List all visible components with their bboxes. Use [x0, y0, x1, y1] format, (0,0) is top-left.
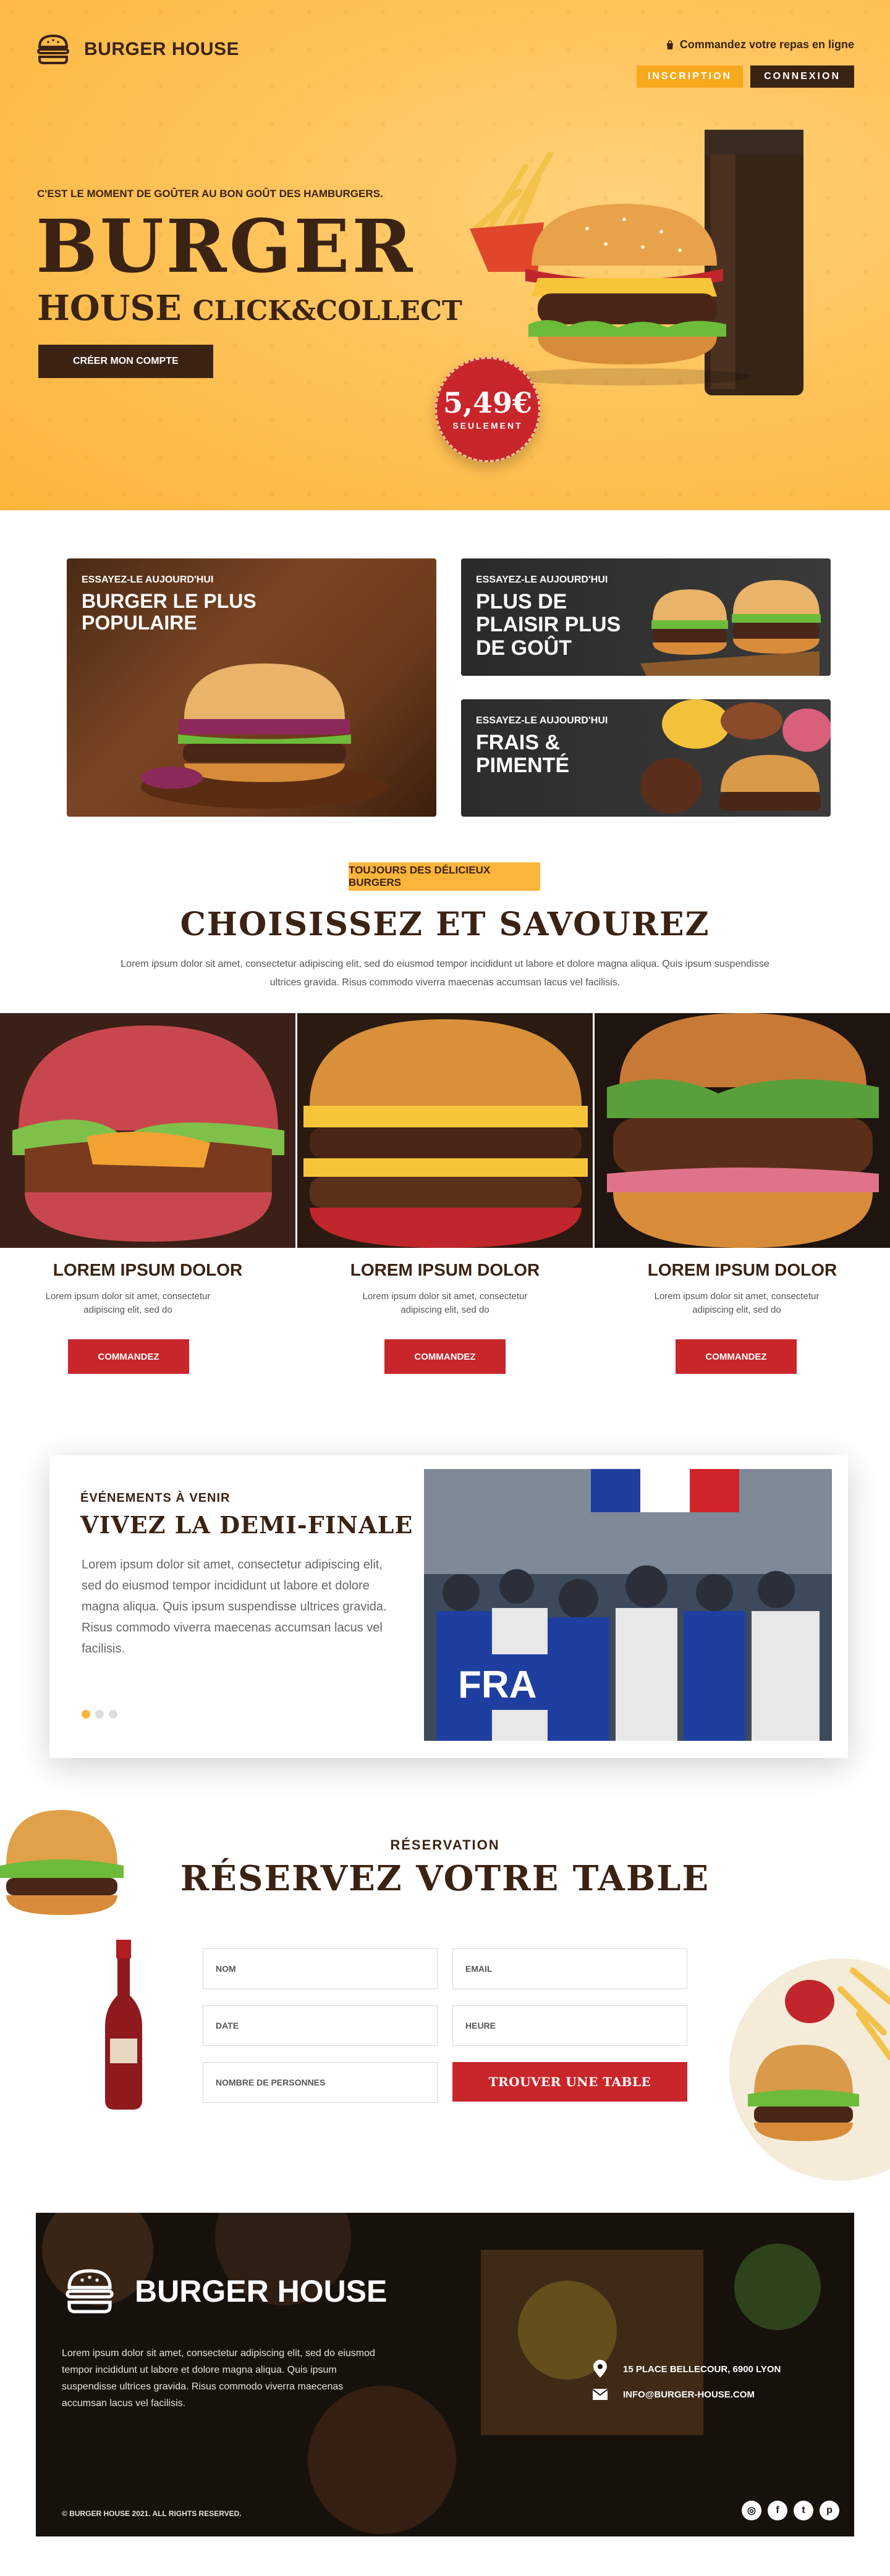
price-value: 5,49€: [443, 386, 533, 419]
footer-copyright: © BURGER HOUSE 2021. ALL RIGHTS RESERVED…: [62, 2509, 242, 2518]
hot-sauce-bottle-image: [105, 1940, 142, 2110]
facebook-icon[interactable]: f: [768, 2501, 787, 2520]
choose-text: Lorem ipsum dolor sit amet, consectetur …: [121, 959, 769, 988]
carousel-dot-3[interactable]: [109, 1710, 117, 1719]
inscription-button[interactable]: INSCRIPTION: [636, 65, 744, 88]
reservation-title: RÉSERVEZ VOTRE TABLE: [180, 1858, 710, 1899]
carousel-dot-2[interactable]: [95, 1710, 104, 1719]
footer-brand-name: BURGER HOUSE: [135, 2274, 388, 2309]
product-burger-image: [0, 1013, 295, 1248]
order-online-link[interactable]: Commandez votre repas en ligne: [665, 38, 854, 51]
price-label: SEULEMENT: [452, 421, 523, 431]
promo-title: BURGER LE PLUS POPULAIRE: [82, 590, 256, 634]
hero-subtitle-click-collect: CLICK&COLLECT: [192, 295, 462, 327]
footer-email-text: INFO@BURGER-HOUSE.COM: [623, 2389, 755, 2400]
product-image-2[interactable]: [297, 1013, 593, 1248]
burger-logo-icon: [66, 2269, 114, 2313]
bag-icon: [666, 40, 673, 49]
spicy-burger-image: [640, 699, 831, 814]
event-eyebrow: ÉVÉNEMENTS À VENIR: [80, 1491, 231, 1505]
event-text: Lorem ipsum dolor sit amet, consectetur …: [82, 1558, 387, 1656]
order-button-2[interactable]: COMMANDEZ: [384, 1339, 506, 1374]
carousel-dot-1[interactable]: [82, 1710, 90, 1719]
social-links: ◎ f t p: [742, 2501, 839, 2520]
burger-logo-icon: [37, 34, 69, 64]
event-title: VIVEZ LA DEMI-FINALE: [80, 1511, 413, 1539]
product-burger-image: [297, 1013, 593, 1248]
promo-eyebrow: ESSAYEZ-LE AUJOURD'HUI: [476, 575, 608, 585]
name-field[interactable]: [203, 1948, 438, 1989]
fans-crowd-image: FRA: [424, 1469, 832, 1741]
instagram-icon[interactable]: ◎: [742, 2501, 761, 2520]
brand-name: BURGER HOUSE: [84, 39, 240, 59]
email-field[interactable]: [452, 1948, 687, 1989]
hero-title: BURGER: [36, 203, 415, 289]
reservation-eyebrow: RÉSERVATION: [390, 1837, 500, 1853]
decor-plate-burger-image: [729, 1958, 890, 2181]
footer-email[interactable]: INFO@BURGER-HOUSE.COM: [592, 2388, 755, 2401]
time-field[interactable]: [452, 2005, 687, 2046]
footer-address-text: 15 PLACE BELLECOUR, 6900 LYON: [623, 2363, 781, 2375]
popular-burger-image: [141, 663, 388, 809]
promo-title: PLUS DE PLAISIR PLUS DE GOÛT: [476, 590, 621, 660]
connexion-button[interactable]: CONNEXION: [750, 65, 854, 88]
section-pill: TOUJOURS DES DÉLICIEUX BURGERS: [349, 862, 540, 891]
promo-card-plaisir[interactable]: ESSAYEZ-LE AUJOURD'HUI PLUS DE PLAISIR P…: [461, 558, 831, 676]
location-pin-icon: [593, 2360, 607, 2378]
twitter-icon[interactable]: t: [794, 2501, 813, 2520]
product-desc-3: Lorem ipsum dolor sit amet, consectetur …: [654, 1291, 820, 1315]
find-table-button[interactable]: TROUVER UNE TABLE: [452, 2062, 687, 2102]
brand-logo[interactable]: BURGER HOUSE: [35, 31, 239, 68]
auth-buttons: INSCRIPTION CONNEXION: [636, 65, 854, 88]
fans-banner-text: FRA: [458, 1664, 536, 1706]
promo-eyebrow: ESSAYEZ-LE AUJOURD'HUI: [82, 575, 214, 585]
footer-address: 15 PLACE BELLECOUR, 6900 LYON: [592, 2360, 781, 2378]
product-desc-1: Lorem ipsum dolor sit amet, consectetur …: [45, 1291, 211, 1315]
promo-title: FRAIS & PIMENTÉ: [476, 731, 570, 778]
footer-text: Lorem ipsum dolor sit amet, consectetur …: [62, 2348, 375, 2409]
choose-title: CHOISISSEZ ET SAVOUREZ: [180, 906, 710, 943]
product-image-3[interactable]: [595, 1013, 890, 1248]
hero-eyebrow: C'EST LE MOMENT DE GOÛTER AU BON GOÛT DE…: [37, 188, 383, 200]
order-button-3[interactable]: COMMANDEZ: [676, 1339, 797, 1374]
hero-subtitle-house: HOUSE: [37, 288, 182, 329]
guests-field[interactable]: [203, 2062, 438, 2103]
event-photo: FRA: [424, 1469, 832, 1741]
promo-card-frais[interactable]: ESSAYEZ-LE AUJOURD'HUI FRAIS & PIMENTÉ: [461, 699, 831, 817]
order-online-text: Commandez votre repas en ligne: [679, 38, 854, 51]
product-name-2: LOREM IPSUM DOLOR: [350, 1260, 540, 1279]
product-image-1[interactable]: [0, 1013, 295, 1248]
footer-logo[interactable]: BURGER HOUSE: [62, 2263, 387, 2319]
product-name-3: LOREM IPSUM DOLOR: [647, 1260, 837, 1279]
product-name-1: LOREM IPSUM DOLOR: [53, 1260, 243, 1279]
price-badge: 5,49€ SEULEMENT: [435, 357, 540, 462]
hero-subtitle: HOUSE CLICK&COLLECT: [37, 288, 462, 329]
product-burger-image: [595, 1013, 890, 1248]
pinterest-icon[interactable]: p: [820, 2501, 839, 2520]
envelope-icon: [592, 2389, 608, 2400]
create-account-button[interactable]: CRÉER MON COMPTE: [38, 345, 213, 378]
promo-eyebrow: ESSAYEZ-LE AUJOURD'HUI: [476, 715, 608, 726]
promo-card-popular[interactable]: ESSAYEZ-LE AUJOURD'HUI BURGER LE PLUS PO…: [67, 558, 436, 817]
order-button-1[interactable]: COMMANDEZ: [68, 1339, 189, 1374]
product-desc-2: Lorem ipsum dolor sit amet, consectetur …: [362, 1291, 528, 1315]
double-burger-image: [640, 580, 821, 676]
carousel-dots: [82, 1710, 117, 1719]
date-field[interactable]: [203, 2005, 438, 2046]
